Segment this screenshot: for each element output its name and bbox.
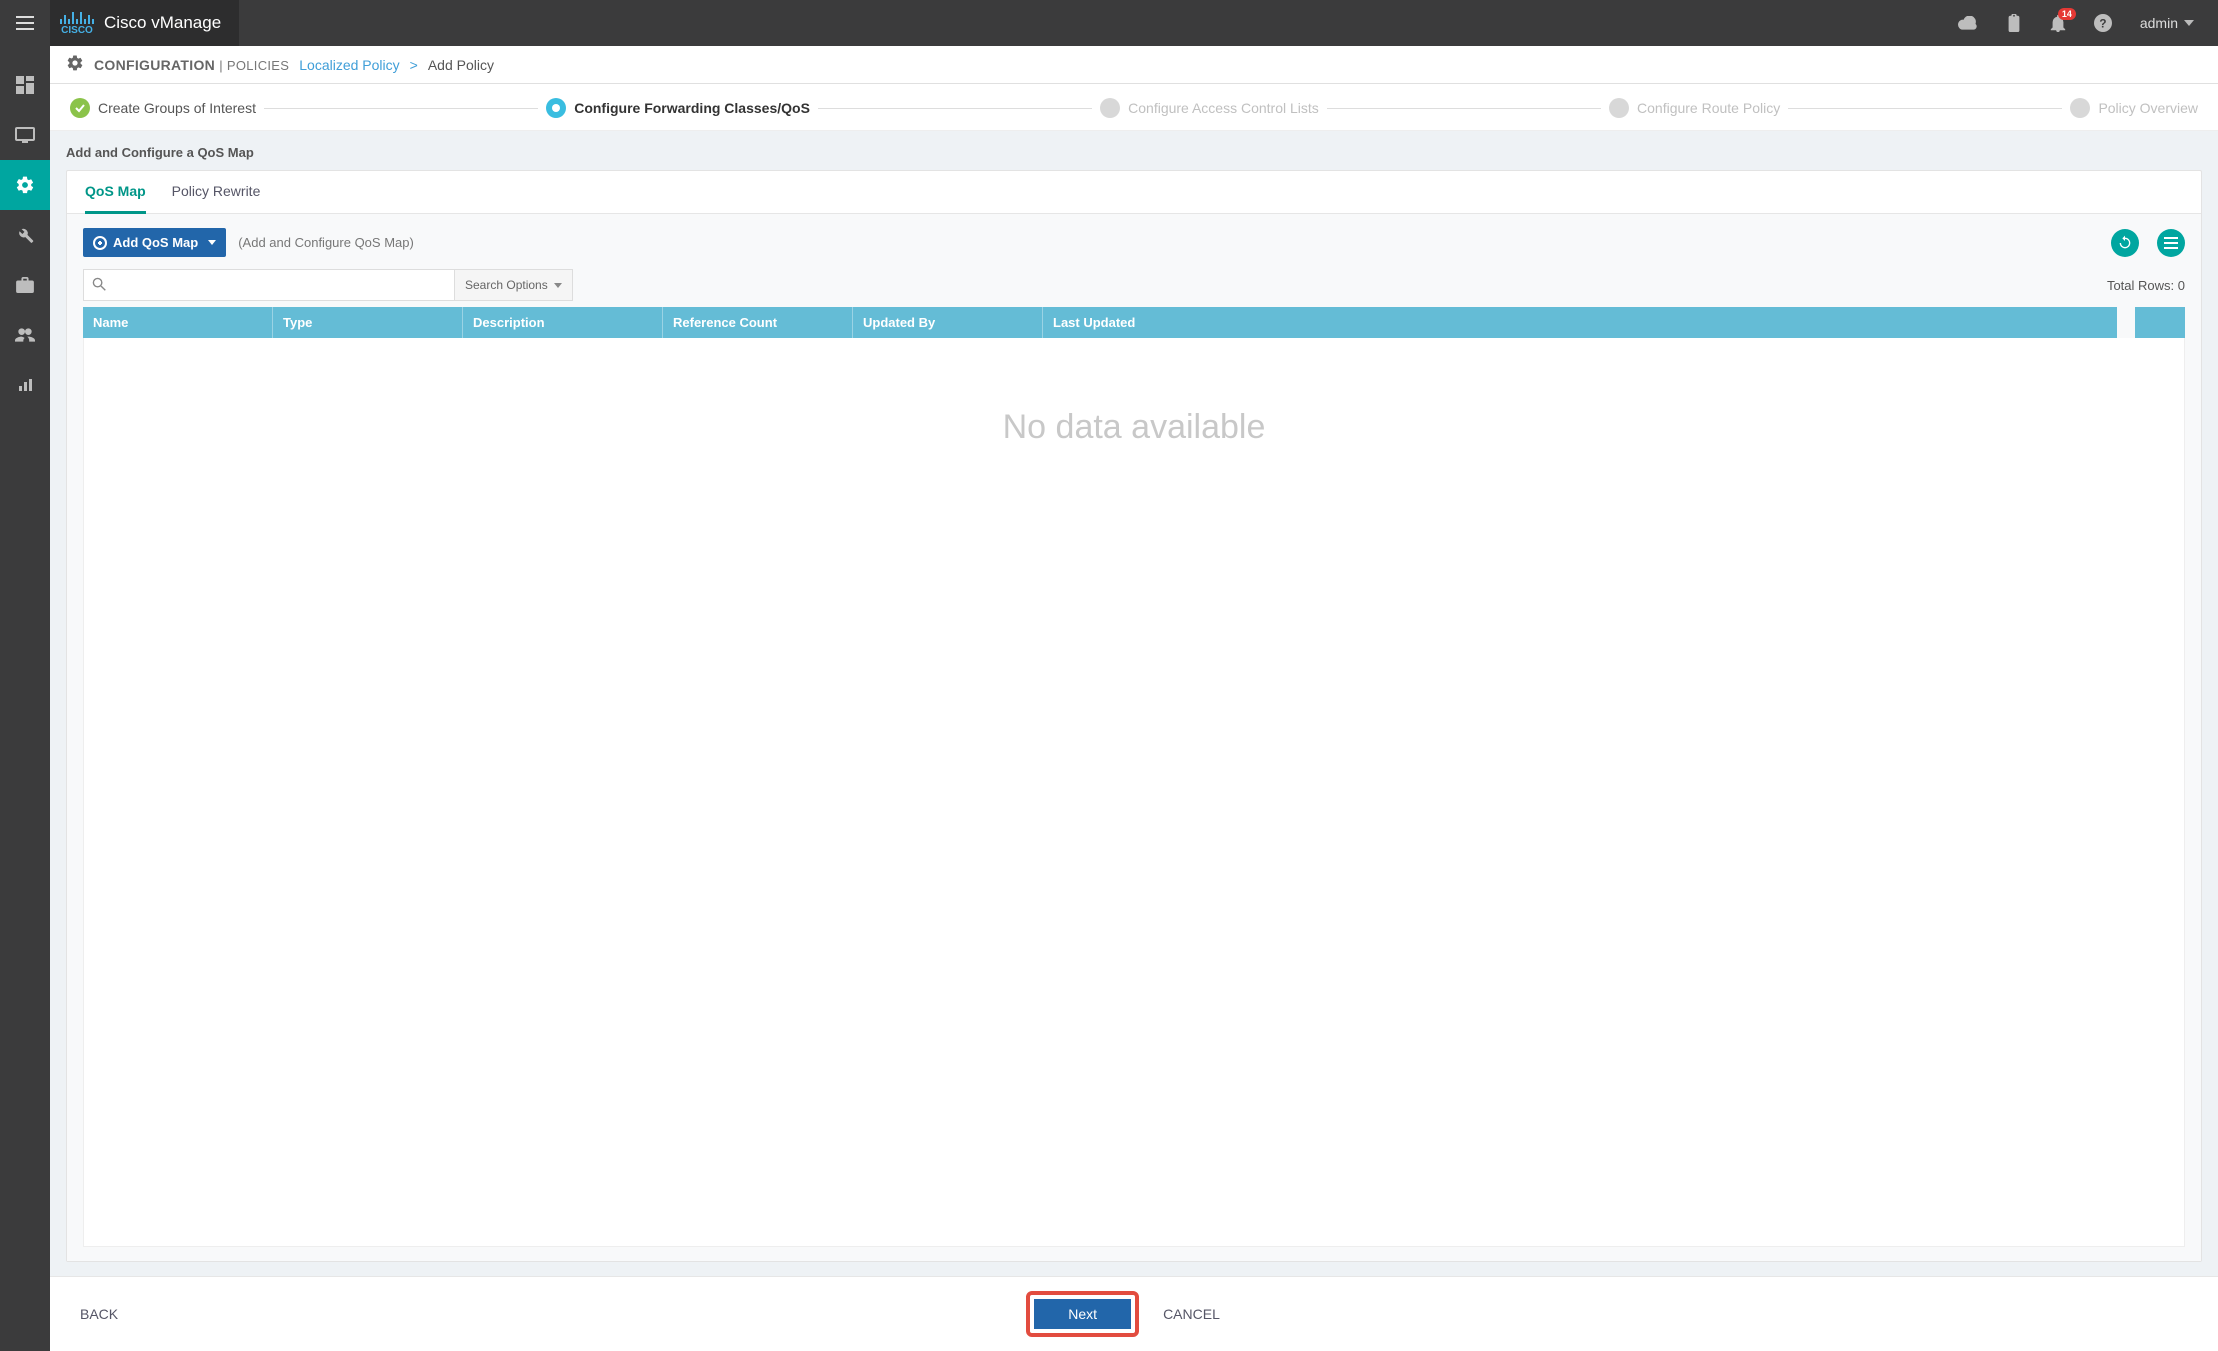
cancel-button[interactable]: CANCEL	[1163, 1306, 1220, 1322]
back-button[interactable]: BACK	[80, 1306, 118, 1322]
sidenav-tools[interactable]	[0, 210, 50, 260]
th-reference-count[interactable]: Reference Count	[663, 307, 853, 338]
step-policy-overview[interactable]: Policy Overview	[2070, 98, 2198, 118]
breadcrumb-current: Add Policy	[428, 57, 494, 73]
brand: CISCO Cisco vManage	[50, 0, 239, 46]
plus-circle-icon	[93, 236, 107, 250]
th-description[interactable]: Description	[463, 307, 663, 338]
tab-body: Add QoS Map (Add and Configure QoS Map)	[67, 214, 2201, 1261]
content: Add and Configure a QoS Map QoS Map Poli…	[50, 131, 2218, 1276]
section-title: Add and Configure a QoS Map	[66, 145, 2202, 160]
help-icon[interactable]: ?	[2094, 14, 2112, 32]
chevron-right-icon: >	[410, 57, 418, 73]
next-button-highlight: Next	[1026, 1291, 1139, 1337]
breadcrumb-link-localized-policy[interactable]: Localized Policy	[299, 57, 399, 73]
search-options-dropdown[interactable]: Search Options	[455, 269, 573, 301]
bell-icon[interactable]: 14	[2050, 14, 2066, 32]
caret-down-icon	[554, 283, 562, 288]
clipboard-icon[interactable]	[2006, 14, 2022, 32]
add-hint: (Add and Configure QoS Map)	[238, 235, 414, 250]
breadcrumb-root: CONFIGURATION | POLICIES	[94, 57, 289, 73]
sidenav	[0, 46, 50, 1351]
sidenav-monitor[interactable]	[0, 110, 50, 160]
wizard-steps: Create Groups of Interest Configure Forw…	[50, 84, 2218, 131]
search-icon	[84, 277, 114, 294]
columns-button[interactable]	[2157, 229, 2185, 257]
th-name[interactable]: Name	[83, 307, 273, 338]
username: admin	[2140, 15, 2178, 31]
next-button[interactable]: Next	[1034, 1299, 1131, 1329]
sidenav-analytics[interactable]	[0, 360, 50, 410]
sidenav-dashboard[interactable]	[0, 60, 50, 110]
add-qos-map-button[interactable]: Add QoS Map	[83, 228, 226, 257]
breadcrumb: CONFIGURATION | POLICIES Localized Polic…	[50, 46, 2218, 84]
pending-step-icon	[1609, 98, 1629, 118]
main: CONFIGURATION | POLICIES Localized Polic…	[50, 46, 2218, 1351]
th-updated-by[interactable]: Updated By	[853, 307, 1043, 338]
caret-down-icon	[2184, 20, 2194, 26]
table-header: Name Type Description Reference Count Up…	[83, 307, 2185, 338]
cisco-logo-icon: CISCO	[60, 10, 94, 36]
search-input-wrap	[83, 269, 455, 301]
tabs-card: QoS Map Policy Rewrite Add QoS Map (Add …	[66, 170, 2202, 1262]
tab-qos-map[interactable]: QoS Map	[85, 171, 146, 214]
user-menu[interactable]: admin	[2140, 15, 2194, 31]
step-create-groups[interactable]: Create Groups of Interest	[70, 98, 256, 118]
step-configure-acl[interactable]: Configure Access Control Lists	[1100, 98, 1319, 118]
check-icon	[70, 98, 90, 118]
th-last-updated[interactable]: Last Updated	[1043, 307, 1243, 338]
search-input[interactable]	[114, 270, 454, 300]
add-qos-map-label: Add QoS Map	[113, 235, 198, 250]
tabstrip: QoS Map Policy Rewrite	[67, 171, 2201, 214]
pending-step-icon	[2070, 98, 2090, 118]
th-actions	[2135, 307, 2185, 338]
sidenav-configuration[interactable]	[0, 160, 50, 210]
brand-text: Cisco vManage	[104, 13, 221, 33]
cloud-icon[interactable]	[1958, 16, 1978, 30]
tab-policy-rewrite[interactable]: Policy Rewrite	[172, 171, 261, 213]
notification-badge: 14	[2058, 8, 2076, 20]
menu-toggle[interactable]	[16, 16, 34, 30]
sidenav-maintenance[interactable]	[0, 260, 50, 310]
total-rows: Total Rows: 0	[2107, 278, 2185, 293]
th-type[interactable]: Type	[273, 307, 463, 338]
step-configure-forwarding[interactable]: Configure Forwarding Classes/QoS	[546, 98, 810, 118]
wizard-footer: BACK Next CANCEL	[50, 1276, 2218, 1351]
refresh-button[interactable]	[2111, 229, 2139, 257]
step-configure-route-policy[interactable]: Configure Route Policy	[1609, 98, 1780, 118]
topbar: CISCO Cisco vManage 14 ? admin	[0, 0, 2218, 46]
gear-icon	[66, 54, 84, 75]
table-empty-state: No data available	[83, 338, 2185, 1247]
sidenav-administration[interactable]	[0, 310, 50, 360]
pending-step-icon	[1100, 98, 1120, 118]
active-step-icon	[546, 98, 566, 118]
caret-down-icon	[208, 240, 216, 245]
svg-text:?: ?	[2099, 18, 2106, 31]
